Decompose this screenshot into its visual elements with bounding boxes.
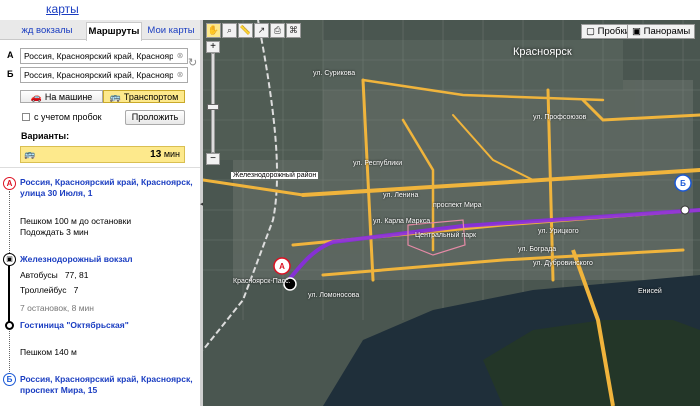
map-toolbar: ✋ ⌕ 📏 ↗ ⎙ ⌘ [206,23,301,39]
divider [0,167,200,168]
ruler-icon[interactable]: 📏 [238,23,253,38]
route-panel: жд вокзалы Маршруты Мои карты А ⊗ Б ⊗ ↻ … [0,20,200,406]
panoramas-layer-label: Панорамы [643,26,691,37]
swap-icon[interactable]: ↻ [188,56,197,69]
stops-info: 7 остановок, 8 мин [20,303,94,313]
street-label: Енисей [638,288,662,295]
route-from-row: А ⊗ [4,48,194,64]
district-label: Железнодорожный район [231,172,319,179]
map-view[interactable]: А Б Красноярск Железнодорожный район ул.… [203,20,700,406]
street-label: ул. Профсоюзов [533,114,587,121]
build-route-button[interactable]: Проложить [125,110,185,125]
map-end-point-icon [680,205,690,215]
station-label: Красноярск-Пасс. [233,278,291,285]
traffic-checkbox-icon: ▢ [586,26,595,37]
zoom-control: + − [206,41,222,165]
stop-dot-icon [5,321,14,330]
panel-tabs: жд вокзалы Маршруты Мои карты [0,20,200,41]
stop-hotel[interactable]: Гостиница "Октябрьская" [20,320,129,331]
walk-line [9,331,10,372]
start-address[interactable]: Россия, Красноярский край, Красноярск, у… [20,177,193,199]
walk-step-1: Пешком 100 м до остановки Подождать 3 ми… [20,216,132,237]
zoom-slider[interactable] [207,53,219,153]
car-icon: 🚗 [30,92,42,102]
end-address[interactable]: Россия, Красноярский край, Красноярск, п… [20,374,193,396]
zoom-area-icon[interactable]: ⌕ [222,23,237,38]
street-label: ул. Дубровинского [533,260,593,267]
panoramas-layer-button[interactable]: ▣ Панорамы [627,24,696,39]
maps-link[interactable]: карты [46,2,79,16]
bus-lines: Автобусы 77, 81 [20,270,89,280]
walk-line [9,191,10,253]
trolley-lines: Троллейбус 7 [20,285,79,295]
panoramas-icon: ▣ [632,26,641,37]
transit-line [8,266,10,322]
link-icon[interactable]: ⌘ [286,23,301,38]
mode-transit-button[interactable]: 🚌 Транспортом [103,90,185,103]
traffic-layer-label: Пробки [597,26,630,37]
end-marker-icon: Б [3,373,16,386]
tab-railway-stations[interactable]: жд вокзалы [16,22,78,40]
street-label: ул. Ленина [383,192,419,199]
traffic-label: с учетом пробок [34,112,102,122]
traffic-checkbox[interactable] [22,113,30,121]
to-label: Б [7,69,14,79]
stop-railway-station[interactable]: Железнодорожный вокзал [20,254,133,265]
park-label: Центральный парк [415,232,477,239]
print-icon[interactable]: ⎙ [270,23,285,38]
street-label: ул. Бограда [518,246,557,253]
bus-icon: 🚌 [109,92,121,102]
tab-my-maps[interactable]: Мои карты [144,22,198,40]
variant-time: 13 мин [150,149,180,160]
walk-step-2: Пешком 140 м [20,347,77,357]
route-icon[interactable]: ↗ [254,23,269,38]
street-label: ул. Сурикова [313,70,356,77]
route-to-row: Б ⊗ [4,67,194,83]
satellite-map[interactable]: А Б [203,20,700,406]
city-label: Красноярск [513,46,572,58]
mode-transit-label: Транспортом [123,92,179,102]
bus-stop-icon: ▣ [3,253,16,266]
variant-item[interactable]: 🚌 13 мин [20,146,185,163]
hand-icon[interactable]: ✋ [206,23,221,38]
from-input[interactable] [20,48,188,64]
map-end-marker-label: Б [680,179,686,188]
variants-label: Варианты: [21,131,70,141]
mode-car-button[interactable]: 🚗 На машине [20,90,103,103]
to-input[interactable] [20,67,188,83]
from-label: А [7,50,14,60]
clear-to-icon[interactable]: ⊗ [175,70,185,80]
mode-car-label: На машине [44,92,93,102]
street-label: ул. Республики [353,160,403,167]
zoom-in-button[interactable]: + [206,41,220,53]
street-label: ул. Урицкого [538,228,579,235]
zoom-out-button[interactable]: − [206,153,220,165]
tab-routes[interactable]: Маршруты [86,22,142,41]
map-start-marker-label: А [279,262,285,271]
zoom-slider-thumb[interactable] [207,104,219,110]
start-marker-icon: А [3,177,16,190]
bus-icon: 🚌 [24,149,36,159]
clear-from-icon[interactable]: ⊗ [175,51,185,61]
street-label: ул. Карла Маркса [373,218,431,225]
street-label: ул. Ломоносова [308,292,360,299]
street-label: проспект Мира [433,202,482,209]
